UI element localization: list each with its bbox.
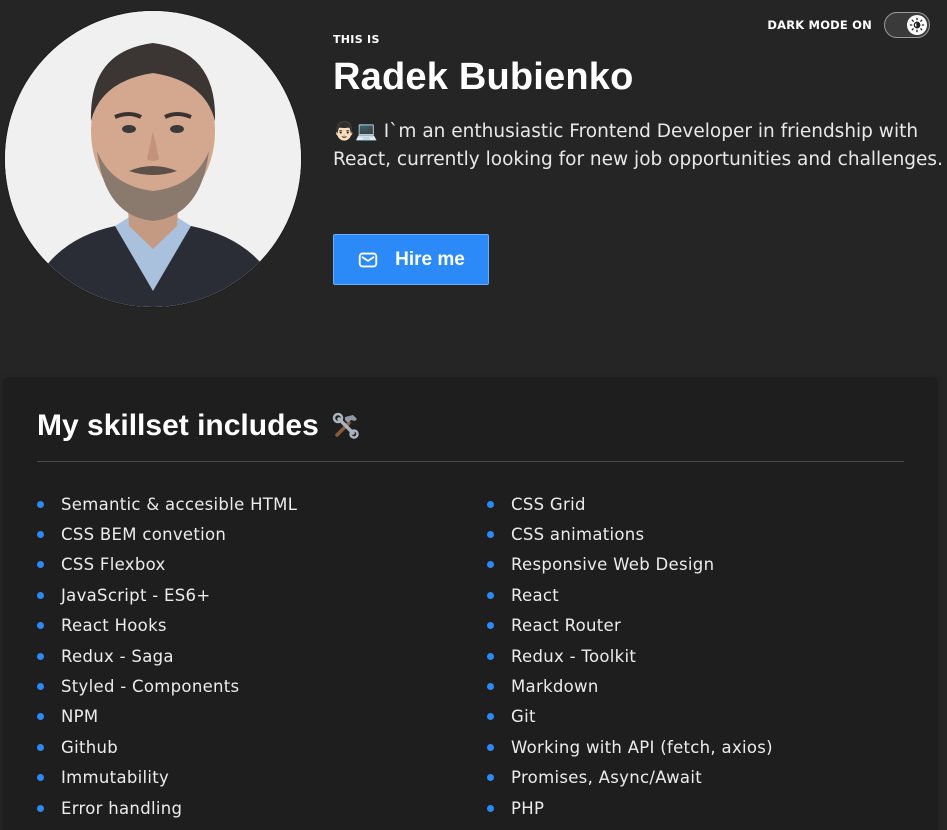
skill-label: Semantic & accesible HTML xyxy=(61,494,298,514)
bullet-dot-icon xyxy=(37,743,44,751)
sun-icon xyxy=(909,17,925,33)
skill-label: Error handling xyxy=(61,798,183,818)
skill-list-item: CSS BEM convetion xyxy=(37,519,487,549)
skill-label: Markdown xyxy=(511,677,599,697)
skill-list-item: React xyxy=(487,580,907,610)
skill-label: React xyxy=(511,585,560,605)
skill-label: CSS animations xyxy=(511,525,645,545)
skill-label: JavaScript - ES6+ xyxy=(61,585,211,605)
skill-label: Git xyxy=(511,707,536,727)
hire-me-label: Hire me xyxy=(395,248,465,270)
intro-eyebrow: THIS IS xyxy=(333,33,380,46)
bullet-dot-icon xyxy=(487,713,494,721)
skill-list-item: React Hooks xyxy=(37,611,487,641)
bullet-dot-icon xyxy=(487,531,494,539)
bullet-dot-icon xyxy=(37,774,44,782)
bullet-dot-icon xyxy=(487,652,494,660)
skills-section: My skillset includes Semantic & accesibl… xyxy=(5,379,936,830)
bullet-dot-icon xyxy=(37,713,44,721)
bullet-dot-icon xyxy=(37,683,44,691)
dark-mode-switch: DARK MODE ON xyxy=(767,12,930,38)
skill-label: Redux - Toolkit xyxy=(511,646,637,666)
skills-title-text: My skillset includes xyxy=(37,409,319,442)
profile-photo xyxy=(5,11,301,307)
skill-label: Immutability xyxy=(61,768,170,788)
skill-label: React Hooks xyxy=(61,616,167,636)
bullet-dot-icon xyxy=(487,774,494,782)
skill-list-item: Semantic & accesible HTML xyxy=(37,489,487,519)
skill-list-item: CSS Grid xyxy=(487,489,907,519)
skill-label: CSS BEM convetion xyxy=(61,525,227,545)
tools-icon xyxy=(332,412,359,439)
skill-label: Promises, Async/Await xyxy=(511,768,702,788)
bullet-dot-icon xyxy=(37,591,44,599)
skill-list-item: NPM xyxy=(37,702,487,732)
skill-label: Responsive Web Design xyxy=(511,555,715,575)
bullet-dot-icon xyxy=(487,804,494,812)
skill-list-item: JavaScript - ES6+ xyxy=(37,580,487,610)
skill-label: Redux - Saga xyxy=(61,646,174,666)
bullet-dot-icon xyxy=(37,531,44,539)
portfolio-page: THIS IS Radek Bubienko 👨🏻💻 I`m an enthus… xyxy=(0,0,947,830)
skill-list-item: Promises, Async/Await xyxy=(487,763,907,793)
skill-label: React Router xyxy=(511,616,622,636)
bullet-dot-icon xyxy=(37,652,44,660)
skill-list-item: CSS Flexbox xyxy=(37,550,487,580)
skill-list-item: Redux - Saga xyxy=(37,641,487,671)
page-title: Radek Bubienko xyxy=(333,56,634,98)
bullet-dot-icon xyxy=(487,561,494,569)
skill-list-item: Working with API (fetch, axios) xyxy=(487,732,907,762)
skill-list-item: Redux - Toolkit xyxy=(487,641,907,671)
skill-list-item: Responsive Web Design xyxy=(487,550,907,580)
skill-label: Github xyxy=(61,737,119,757)
bio-sentence: I`m an enthusiastic Frontend Developer i… xyxy=(333,121,943,170)
bullet-dot-icon xyxy=(487,743,494,751)
skill-label: PHP xyxy=(511,798,545,818)
bio-text: 👨🏻💻 I`m an enthusiastic Frontend Develop… xyxy=(333,118,943,174)
dark-mode-label: DARK MODE ON xyxy=(767,18,872,32)
skills-list: Semantic & accesible HTML CSS Grid CSS BEM… xyxy=(37,489,907,823)
bullet-dot-icon xyxy=(487,683,494,691)
skill-label: CSS Grid xyxy=(511,494,586,514)
skill-label: Styled - Components xyxy=(61,677,240,697)
skills-title: My skillset includes xyxy=(37,409,361,443)
hire-me-button[interactable]: Hire me xyxy=(333,234,489,285)
skill-label: NPM xyxy=(61,707,99,727)
skills-divider xyxy=(37,461,904,462)
skill-label: Working with API (fetch, axios) xyxy=(511,737,773,757)
skill-list-item: Git xyxy=(487,702,907,732)
developer-emoji-icon: 👨🏻💻 xyxy=(333,121,378,142)
bullet-dot-icon xyxy=(487,591,494,599)
bullet-dot-icon xyxy=(487,622,494,630)
skill-list-item: CSS animations xyxy=(487,519,907,549)
skill-list-item: Error handling xyxy=(37,793,487,823)
skill-list-item: Immutability xyxy=(37,763,487,793)
skill-list-item: Styled - Components xyxy=(37,671,487,701)
skill-list-item: Markdown xyxy=(487,671,907,701)
bullet-dot-icon xyxy=(487,500,494,508)
toggle-knob xyxy=(907,15,927,35)
bullet-dot-icon xyxy=(37,561,44,569)
bullet-dot-icon xyxy=(37,804,44,812)
bullet-dot-icon xyxy=(37,622,44,630)
bullet-dot-icon xyxy=(37,500,44,508)
skill-label: CSS Flexbox xyxy=(61,555,166,575)
dark-mode-toggle[interactable] xyxy=(884,12,930,38)
skill-list-item: Github xyxy=(37,732,487,762)
skill-list-item: React Router xyxy=(487,611,907,641)
skill-list-item: PHP xyxy=(487,793,907,823)
mail-icon xyxy=(358,252,378,267)
